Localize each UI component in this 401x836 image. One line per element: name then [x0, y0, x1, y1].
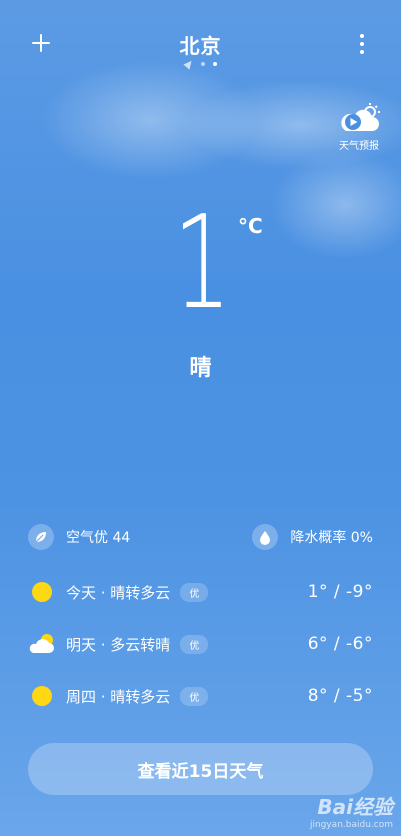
current-condition: 晴	[189, 356, 212, 381]
baidu-watermark: Bai经验 jingyan.baidu.com	[310, 791, 393, 830]
current-temperature: 1 °C	[0, 200, 401, 328]
forecast-row-thursday[interactable]: 周四 · 晴转多云 优 8° / -5°	[28, 679, 373, 713]
precipitation[interactable]: 降水概率 0%	[252, 524, 373, 550]
sun-icon	[28, 682, 56, 710]
day-temp-range: 1° / -9°	[307, 582, 373, 602]
forecast-video-icon	[341, 103, 380, 131]
partly-cloudy-icon	[28, 630, 56, 658]
day-label: 周四 · 晴转多云	[66, 687, 171, 706]
precipitation-label: 降水概率 0%	[290, 530, 373, 546]
forecast-video-label: 天气预报	[339, 141, 379, 152]
forecast-row-today[interactable]: 今天 · 晴转多云 优 1° / -9°	[28, 575, 373, 609]
more-menu-button[interactable]	[359, 34, 365, 54]
page-dot	[200, 62, 205, 66]
air-quality-label: 空气优 44	[66, 530, 131, 546]
aqi-badge: 优	[180, 686, 209, 706]
sun-icon	[28, 578, 56, 606]
forecast-row-tomorrow[interactable]: 明天 · 多云转晴 优 6° / -6°	[28, 627, 373, 661]
view-15-day-button[interactable]: 查看近15日天气	[28, 743, 373, 795]
day-label: 今天 · 晴转多云	[66, 583, 171, 602]
page-indicator	[0, 58, 401, 70]
temperature-value: 1	[172, 189, 232, 338]
weather-forecast-video-button[interactable]: 天气预报	[335, 103, 383, 152]
page-dot-active	[212, 62, 217, 66]
temperature-unit: °C	[238, 214, 263, 238]
leaf-icon	[28, 524, 54, 550]
info-row: 空气优 44 降水概率 0%	[28, 524, 373, 552]
city-name: 北京	[179, 34, 222, 58]
watermark-url: jingyan.baidu.com	[309, 820, 393, 830]
watermark-brand: Bai经验	[317, 795, 393, 819]
top-bar: 北京	[0, 0, 401, 80]
day-temp-range: 6° / -6°	[307, 634, 373, 654]
aqi-badge: 优	[180, 582, 209, 602]
air-quality[interactable]: 空气优 44	[28, 524, 130, 550]
day-label: 明天 · 多云转晴	[66, 635, 171, 654]
water-drop-icon	[252, 524, 279, 550]
location-arrow-icon	[182, 58, 195, 70]
aqi-badge: 优	[180, 634, 209, 654]
day-temp-range: 8° / -5°	[307, 686, 373, 706]
